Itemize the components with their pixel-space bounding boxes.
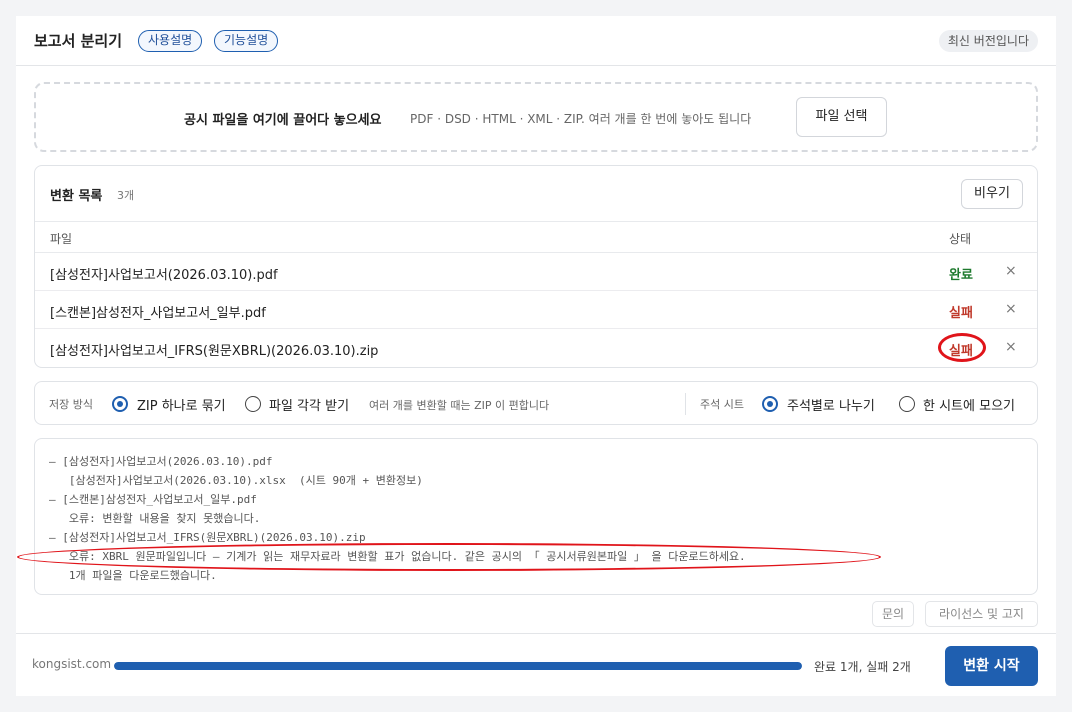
file-name: [삼성전자]사업보고서_IFRS(원문XBRL)(2026.03.10).zip: [50, 344, 379, 359]
remove-icon[interactable]: ×: [1005, 301, 1017, 317]
file-name: [스캔본]삼성전자_사업보고서_일부.pdf: [50, 306, 266, 321]
list-title: 변환 목록: [50, 189, 103, 204]
save-hint: 여러 개를 변환할 때는 ZIP 이 편합니다: [369, 399, 550, 412]
list-row: [삼성전자]사업보고서(2026.03.10).pdf 완료 ×: [35, 253, 1037, 291]
progress-fill: [114, 662, 802, 670]
column-file: 파일: [50, 232, 73, 246]
file-dropzone[interactable]: 공시 파일을 여기에 끌어다 놓으세요 PDF · DSD · HTML · X…: [34, 82, 1038, 152]
log-line: — [삼성전자]사업보고서(2026.03.10).pdf: [49, 455, 273, 468]
sheet-merge-label[interactable]: 한 시트에 모으기: [923, 395, 1015, 414]
dropzone-hint: PDF · DSD · HTML · XML · ZIP. 여러 개를 한 번에…: [410, 112, 752, 126]
list-count: 3개: [117, 189, 135, 202]
log-line: 1개 파일을 다운로드했습니다.: [49, 569, 217, 582]
radio-save-zip[interactable]: [112, 396, 128, 412]
annotation-ellipse: [17, 543, 881, 571]
app-title: 보고서 분리기: [34, 32, 123, 50]
options-bar: 저장 방식 ZIP 하나로 묶기 파일 각각 받기 여러 개를 변환할 때는 Z…: [34, 381, 1038, 425]
status-badge: 실패: [949, 306, 973, 321]
log-line: — [삼성전자]사업보고서_IFRS(원문XBRL)(2026.03.10).z…: [49, 531, 366, 544]
license-link[interactable]: 라이선스 및 고지: [925, 601, 1038, 627]
radio-save-each[interactable]: [245, 396, 261, 412]
list-row: [삼성전자]사업보고서_IFRS(원문XBRL)(2026.03.10).zip…: [35, 329, 1037, 367]
progress-status: 완료 1개, 실패 2개: [814, 660, 911, 674]
column-status: 상태: [949, 232, 972, 246]
start-conversion-button[interactable]: 변환 시작: [945, 646, 1038, 686]
file-select-button[interactable]: 파일 선택: [796, 97, 887, 137]
sheet-split-label[interactable]: 주석별로 나누기: [787, 395, 875, 414]
remove-icon[interactable]: ×: [1005, 339, 1017, 355]
list-column-header: 파일 상태: [35, 221, 1037, 253]
header: 보고서 분리기 사용설명 기능설명 최신 버전입니다: [16, 16, 1056, 66]
save-mode-label: 저장 방식: [49, 398, 93, 411]
save-each-label[interactable]: 파일 각각 받기: [269, 395, 349, 414]
log-panel: — [삼성전자]사업보고서(2026.03.10).pdf [삼성전자]사업보고…: [17, 438, 1038, 595]
clear-list-button[interactable]: 비우기: [961, 179, 1023, 209]
bottom-bar: kongsist.com 완료 1개, 실패 2개 변환 시작: [16, 633, 1056, 696]
list-row: [스캔본]삼성전자_사업보고서_일부.pdf 실패 ×: [35, 291, 1037, 329]
app-window: 보고서 분리기 사용설명 기능설명 최신 버전입니다 공시 파일을 여기에 끌어…: [16, 16, 1056, 696]
sheet-mode-label: 주석 시트: [700, 398, 744, 411]
file-name: [삼성전자]사업보고서(2026.03.10).pdf: [50, 268, 278, 283]
radio-sheet-merge[interactable]: [899, 396, 915, 412]
divider: [685, 393, 686, 415]
version-badge: 최신 버전입니다: [938, 30, 1038, 52]
save-zip-label[interactable]: ZIP 하나로 묶기: [137, 395, 226, 414]
site-domain: kongsist.com: [32, 657, 112, 671]
status-badge: 실패: [949, 344, 973, 359]
inquiry-link[interactable]: 문의: [872, 601, 914, 627]
status-badge: 완료: [949, 268, 973, 283]
dropzone-title: 공시 파일을 여기에 끌어다 놓으세요: [184, 113, 382, 128]
radio-sheet-split[interactable]: [762, 396, 778, 412]
log-line: [삼성전자]사업보고서(2026.03.10).xlsx (시트 90개 + 변…: [49, 474, 423, 487]
progress-bar: [114, 662, 802, 670]
remove-icon[interactable]: ×: [1005, 263, 1017, 279]
log-line: — [스캔본]삼성전자_사업보고서_일부.pdf: [49, 493, 257, 506]
guide-button[interactable]: 사용설명: [138, 30, 203, 52]
features-button[interactable]: 기능설명: [214, 30, 279, 52]
log-line: 오류: 변환할 내용을 찾지 못했습니다.: [49, 512, 261, 525]
conversion-list: 변환 목록 3개 비우기 파일 상태 [삼성전자]사업보고서(2026.03.1…: [34, 165, 1038, 368]
